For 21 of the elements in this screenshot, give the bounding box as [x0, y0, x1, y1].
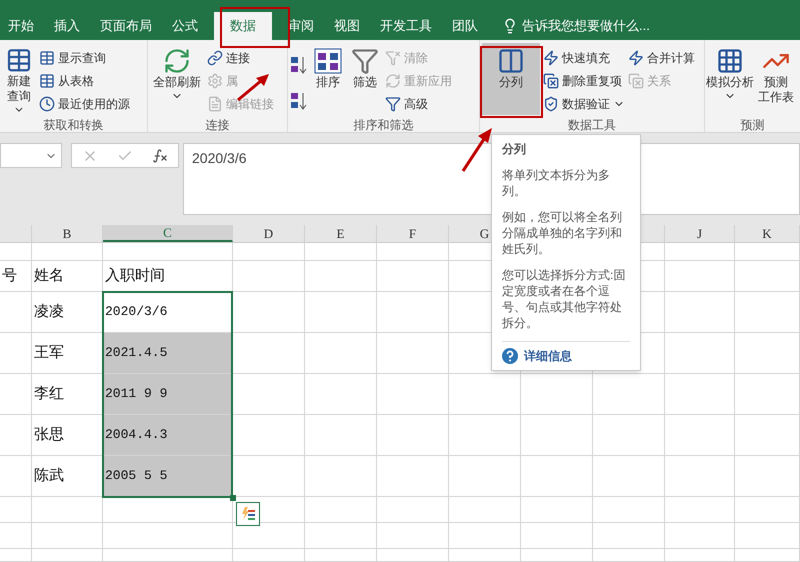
tooltip-title: 分列: [502, 141, 527, 157]
table-cell: 凌凌: [32, 292, 103, 333]
table-cell: 陈武: [32, 456, 103, 497]
group-label: 连接: [206, 117, 230, 132]
table-cell: 2021.4.5: [103, 333, 233, 374]
table-cell: 2004.4.3: [103, 415, 233, 456]
table-cell: 入职时间: [103, 261, 233, 292]
group-label: 排序和筛选: [354, 117, 414, 132]
tooltip-text: 您可以选择拆分方式:固定宽度或者在各个逗号、句点或其他字符处拆分。: [502, 267, 626, 331]
tell-me-placeholder: 告诉我您想要做什么...: [522, 17, 650, 36]
group-label: 预测: [740, 117, 764, 132]
group-label: 获取和转换: [44, 117, 104, 132]
table-cell: 张思: [32, 415, 103, 456]
table-cell: 姓名: [32, 261, 103, 292]
table-cell: 号: [0, 261, 32, 292]
table-cell: 2011 9 9: [103, 374, 233, 415]
table-cell: 王军: [32, 333, 103, 374]
table-cell: 李红: [32, 374, 103, 415]
table-cell: 2005 5 5: [103, 456, 233, 497]
tooltip-text: 将单列文本拆分为多列。: [502, 167, 611, 199]
group-label: 数据工具: [568, 117, 616, 132]
